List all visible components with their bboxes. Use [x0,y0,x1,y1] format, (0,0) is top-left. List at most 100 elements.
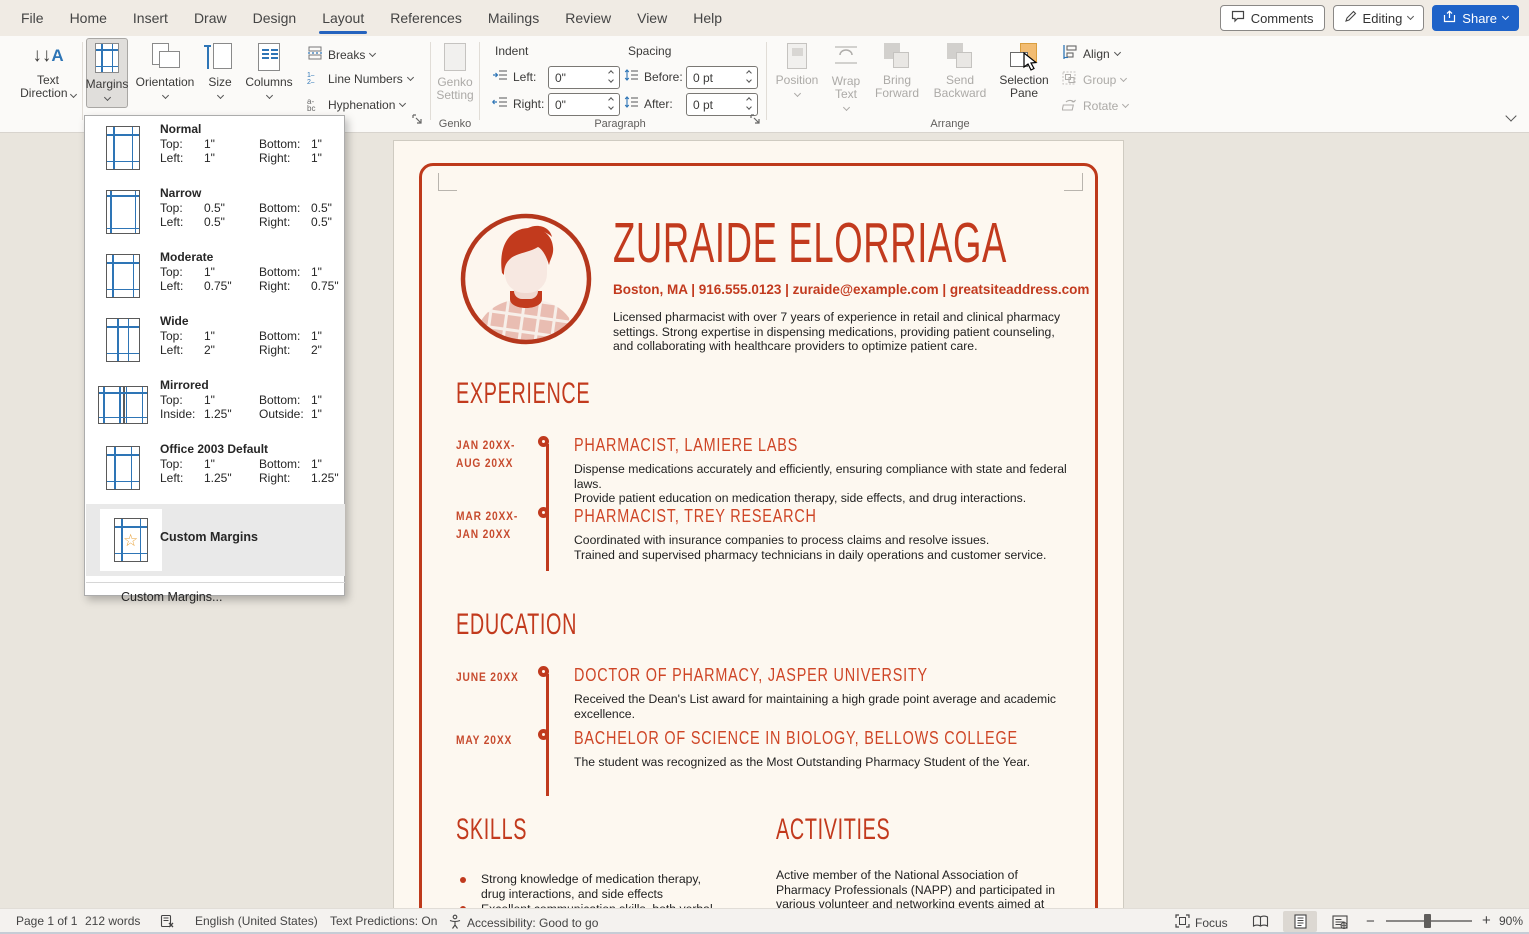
editing-mode-button[interactable]: Editing [1332,5,1425,31]
group-button: Group [1062,71,1128,88]
collapse-ribbon-chevron-icon[interactable] [1505,110,1517,122]
tab-mailings[interactable]: Mailings [475,0,552,36]
spinner-arrows[interactable] [605,68,617,88]
spinner-arrows[interactable] [743,68,755,88]
spacing-before-input[interactable]: 0 pt [686,66,758,89]
tab-draw[interactable]: Draw [181,0,240,36]
wrap-text-icon [833,43,859,70]
margins-preset-wide[interactable]: Wide Top: 1" Bottom: 1" Left: 2" Right: 2" [86,310,343,374]
chevron-down-icon [1120,74,1128,82]
send-backward-icon [947,43,973,69]
paragraph-dialog-launcher[interactable] [750,114,762,126]
language-indicator[interactable]: English (United States) [195,914,318,928]
mouse-cursor [1023,52,1038,71]
bullet-dot [460,877,466,883]
wrap-text-button: Wrap Text [824,38,868,112]
hyphenation-icon: a-bc [307,97,316,113]
activities-text: Active member of the National Associatio… [776,868,1056,908]
spacing-after-input[interactable]: 0 pt [686,93,758,116]
chevron-down-icon [1501,12,1510,21]
custom-margins-tile: ☆ [100,509,162,571]
experience-heading: EXPERIENCE [456,377,591,410]
text-predictions-indicator[interactable]: Text Predictions: On [330,914,437,928]
tab-view[interactable]: View [624,0,680,36]
read-mode-button[interactable] [1243,911,1277,932]
tab-help[interactable]: Help [680,0,735,36]
timeline-dot [538,436,549,447]
document-page[interactable]: ZURAIDE ELORRIAGA Boston, MA | 916.555.0… [393,140,1124,908]
margins-preset-normal[interactable]: Normal Top: 1" Bottom: 1" Left: 1" Right: 1" [86,118,343,182]
chevron-down-icon [406,73,414,82]
chevron-down-icon [265,91,273,100]
margins-custom-selected-item[interactable]: ☆ Custom Margins [86,504,345,576]
zoom-level[interactable]: 90% [1499,914,1523,928]
indent-right-row: Right: [492,96,544,111]
chevron-down-icon [161,91,169,100]
chevron-down-icon [369,49,377,57]
menu-bar: File Home Insert Draw Design Layout Refe… [0,0,1529,36]
comment-bubble-icon [1231,10,1245,26]
word-count[interactable]: 212 words [85,914,140,928]
margins-preset-moderate[interactable]: Moderate Top: 1" Bottom: 1" Left: 0.75" Right… [86,246,343,310]
indent-left-input[interactable]: 0" [548,66,620,89]
indent-right-input[interactable]: 0" [548,93,620,116]
skills-bullet: Strong knowledge of medication therapy, … [481,872,701,901]
focus-mode-button[interactable]: Focus [1175,914,1228,931]
tab-insert[interactable]: Insert [120,0,181,36]
tab-file[interactable]: File [8,0,57,36]
web-layout-button[interactable] [1323,911,1357,932]
tab-references[interactable]: References [377,0,475,36]
tab-home[interactable]: Home [57,0,120,36]
rotate-button: Rotate [1061,97,1130,114]
text-direction-button[interactable]: ↓↓A Text Direction [16,38,80,101]
accessibility-status[interactable]: Accessibility: Good to go [448,914,598,932]
margins-preset-office-2003[interactable]: Office 2003 Default Top: 1" Bottom: 1" Left… [86,438,343,502]
resume-summary: Licensed pharmacist with over 7 years of… [613,310,1061,354]
zoom-in-button[interactable]: + [1482,912,1491,929]
breaks-icon [307,46,323,63]
margins-preset-icon [106,446,140,490]
share-button[interactable]: Share [1432,5,1519,31]
experience-entry-dates: JAN 20XX- AUG 20XX [456,438,516,470]
education-entry-desc: Received the Dean's List award for maint… [574,692,1056,721]
orientation-button[interactable]: Orientation [133,38,197,100]
accessibility-icon [448,914,462,932]
send-backward-button: Send Backward [928,38,992,101]
margins-preset-narrow[interactable]: Narrow Top: 0.5" Bottom: 0.5" Left: 0.5" Righ… [86,182,343,246]
comments-button[interactable]: Comments [1219,5,1325,31]
margins-preset-icon [106,254,140,298]
breaks-button[interactable]: Breaks [307,46,377,63]
print-layout-button[interactable] [1283,911,1317,932]
spinner-arrows[interactable] [605,95,617,115]
tab-design[interactable]: Design [240,0,310,36]
margins-button[interactable]: Margins [86,38,128,108]
experience-entry-title: PHARMACIST, TREY RESEARCH [574,506,817,526]
page-setup-dialog-launcher[interactable] [412,114,424,126]
hyphenation-button[interactable]: a-bc Hyphenation [307,97,407,113]
margin-corner-mark [438,173,457,191]
activities-heading: ACTIVITIES [776,813,891,846]
align-button[interactable]: Align [1062,45,1121,62]
margins-preset-mirrored[interactable]: Mirrored Top: 1" Bottom: 1" Inside: 1.25" Out… [86,374,343,438]
line-numbers-button[interactable]: 1⎯ 2⎯ Line Numbers [307,72,414,86]
bring-forward-icon [884,43,910,69]
tab-layout[interactable]: Layout [309,0,377,36]
page-indicator[interactable]: Page 1 of 1 [16,914,77,928]
profile-photo[interactable] [458,211,594,347]
custom-margins-command[interactable]: Custom Margins... [121,590,222,604]
custom-margins-icon: ☆ [114,518,148,562]
spacing-before-row: Before: [624,69,683,85]
education-entry-title: BACHELOR OF SCIENCE IN BIOLOGY, BELLOWS … [574,728,1018,748]
proofing-status-icon[interactable] [160,914,175,929]
size-button[interactable]: Size [200,38,240,100]
tab-review[interactable]: Review [552,0,624,36]
star-icon: ☆ [123,531,139,550]
chevron-down-icon [842,103,850,112]
spacing-before-icon [624,69,639,85]
education-entry-desc: The student was recognized as the Most O… [574,755,1030,769]
columns-button[interactable]: Columns [243,38,295,100]
zoom-slider-thumb[interactable] [1424,914,1431,928]
margins-preset-icon [106,126,140,170]
zoom-out-button[interactable]: − [1366,913,1375,930]
spinner-arrows[interactable] [743,95,755,115]
